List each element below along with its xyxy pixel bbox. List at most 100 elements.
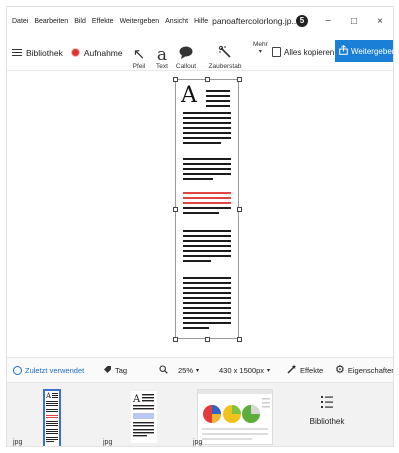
doc-line	[183, 158, 231, 160]
list-icon	[320, 395, 334, 409]
image-size-value: 430 x 1500px	[219, 365, 265, 375]
tag-icon	[103, 365, 112, 376]
tray-thumbnail[interactable]: A	[43, 389, 61, 446]
resize-handle-right[interactable]	[237, 207, 242, 212]
close-button[interactable]: ×	[367, 16, 393, 27]
doc-line	[183, 127, 231, 129]
tray-library-label: Bibliothek	[309, 417, 345, 426]
resize-handle-left[interactable]	[173, 207, 178, 212]
menu-bild[interactable]: Bild	[74, 18, 86, 25]
menu-hilfe[interactable]: Hilfe	[194, 18, 208, 25]
thumbnail-preview: A	[45, 392, 58, 442]
doc-line	[183, 178, 213, 180]
doc-line	[183, 235, 231, 237]
tray-thumbnail-label: jpg	[103, 439, 113, 446]
copy-all-button[interactable]: Alles kopieren	[272, 47, 334, 57]
resize-handle-top-left[interactable]	[173, 77, 178, 82]
doc-highlighted-line	[183, 197, 231, 199]
tray-thumbnail[interactable]: A	[131, 391, 157, 443]
doc-line	[183, 260, 211, 262]
resize-handle-top-right[interactable]	[237, 77, 242, 82]
doc-line	[183, 122, 231, 124]
doc-line	[206, 100, 230, 102]
tool-magic-wand[interactable]: Zauberstab	[207, 36, 243, 70]
menu-bearbeiten[interactable]: Bearbeiten	[34, 18, 68, 25]
more-button[interactable]: Mehr ▾	[253, 41, 268, 55]
doc-line	[183, 297, 231, 299]
tool-callout[interactable]: Callout	[173, 36, 199, 70]
doc-line	[183, 302, 231, 304]
thumbnail-preview	[198, 390, 272, 440]
resize-handle-top[interactable]	[205, 77, 210, 82]
doc-highlighted-line	[183, 192, 231, 194]
app-window: Datei Bearbeiten Bild Effekte Weitergebe…	[6, 6, 394, 447]
doc-line	[183, 322, 231, 324]
notification-badge[interactable]: 5	[289, 15, 315, 27]
document-title: panoaftercolorlong.jp...	[212, 16, 299, 26]
chevron-down-icon: ▾	[258, 49, 262, 55]
minimize-button[interactable]: −	[315, 16, 341, 27]
doc-line	[183, 173, 231, 175]
doc-line	[183, 282, 231, 284]
menu-datei[interactable]: Datei	[12, 18, 28, 25]
doc-line	[183, 277, 231, 279]
text-icon: a	[156, 44, 168, 65]
capture-tray: A jpg A jpg jpg Bibliothek	[7, 383, 393, 446]
tray-thumbnail[interactable]	[197, 389, 273, 445]
doc-line	[206, 90, 230, 92]
gear-icon: ⚙	[335, 364, 345, 376]
status-bar: Zuletzt verwendet Tag 25% ▾ 430 x 1500px…	[7, 357, 393, 383]
tag-label: Tag	[115, 365, 128, 375]
copy-all-label: Alles kopieren	[284, 47, 335, 57]
doc-line	[183, 317, 231, 319]
window-controls: 5 − □ ×	[289, 7, 393, 35]
record-label: Aufnahme	[83, 47, 123, 58]
maximize-button[interactable]: □	[341, 16, 367, 27]
doc-line	[183, 142, 221, 144]
resize-handle-bottom[interactable]	[205, 337, 210, 342]
doc-line	[183, 250, 231, 252]
menu-weitergeben[interactable]: Weitergeben	[120, 18, 160, 25]
properties-button[interactable]: ⚙ Eigenschaften	[335, 364, 394, 376]
share-button[interactable]: Weitergeben	[335, 40, 393, 62]
magic-wand-icon	[218, 45, 232, 63]
recent-button[interactable]: Zuletzt verwendet	[13, 365, 85, 375]
record-button[interactable]: Aufnahme	[63, 48, 123, 58]
effects-button[interactable]: Effekte	[287, 364, 323, 376]
thumbnail-preview: A	[132, 394, 154, 437]
doc-highlighted-line	[183, 202, 231, 204]
image-size-control[interactable]: 430 x 1500px ▾	[219, 366, 270, 375]
doc-line	[183, 230, 231, 232]
tool-text-label: Text	[156, 62, 168, 70]
search-icon	[159, 364, 168, 376]
doc-line	[183, 168, 231, 170]
zoom-control[interactable]: 25% ▾	[159, 364, 199, 376]
chevron-down-icon: ▾	[267, 367, 271, 374]
library-label: Bibliothek	[26, 47, 63, 58]
tray-library-button[interactable]: Bibliothek	[297, 395, 357, 426]
magic-wand-icon	[287, 364, 297, 376]
record-icon	[70, 48, 80, 57]
menu-icon	[12, 48, 22, 57]
effects-label: Effekte	[300, 365, 324, 375]
doc-line	[183, 287, 231, 289]
tool-text[interactable]: a Text	[152, 36, 172, 70]
document-image[interactable]: A	[175, 79, 239, 339]
tag-button[interactable]: Tag	[103, 365, 127, 376]
tool-magic-wand-label: Zauberstab	[208, 62, 242, 70]
resize-handle-bottom-left[interactable]	[173, 337, 178, 342]
menu-ansicht[interactable]: Ansicht	[165, 18, 188, 25]
menu-effekte[interactable]: Effekte	[92, 18, 114, 25]
tool-arrow[interactable]: ↖ Pfeil	[127, 36, 151, 70]
tool-callout-label: Callout	[175, 62, 197, 70]
arrow-icon: ↖	[132, 45, 146, 63]
doc-line	[183, 137, 231, 139]
tray-thumbnail-label: jpg	[13, 439, 23, 446]
recent-label: Zuletzt verwendet	[25, 365, 85, 375]
editor-canvas[interactable]: A	[7, 71, 393, 357]
properties-label: Eigenschaften	[347, 365, 394, 375]
library-button[interactable]: Bibliothek	[7, 48, 63, 58]
doc-line	[183, 255, 231, 257]
resize-handle-bottom-right[interactable]	[237, 337, 242, 342]
share-icon	[339, 44, 348, 57]
